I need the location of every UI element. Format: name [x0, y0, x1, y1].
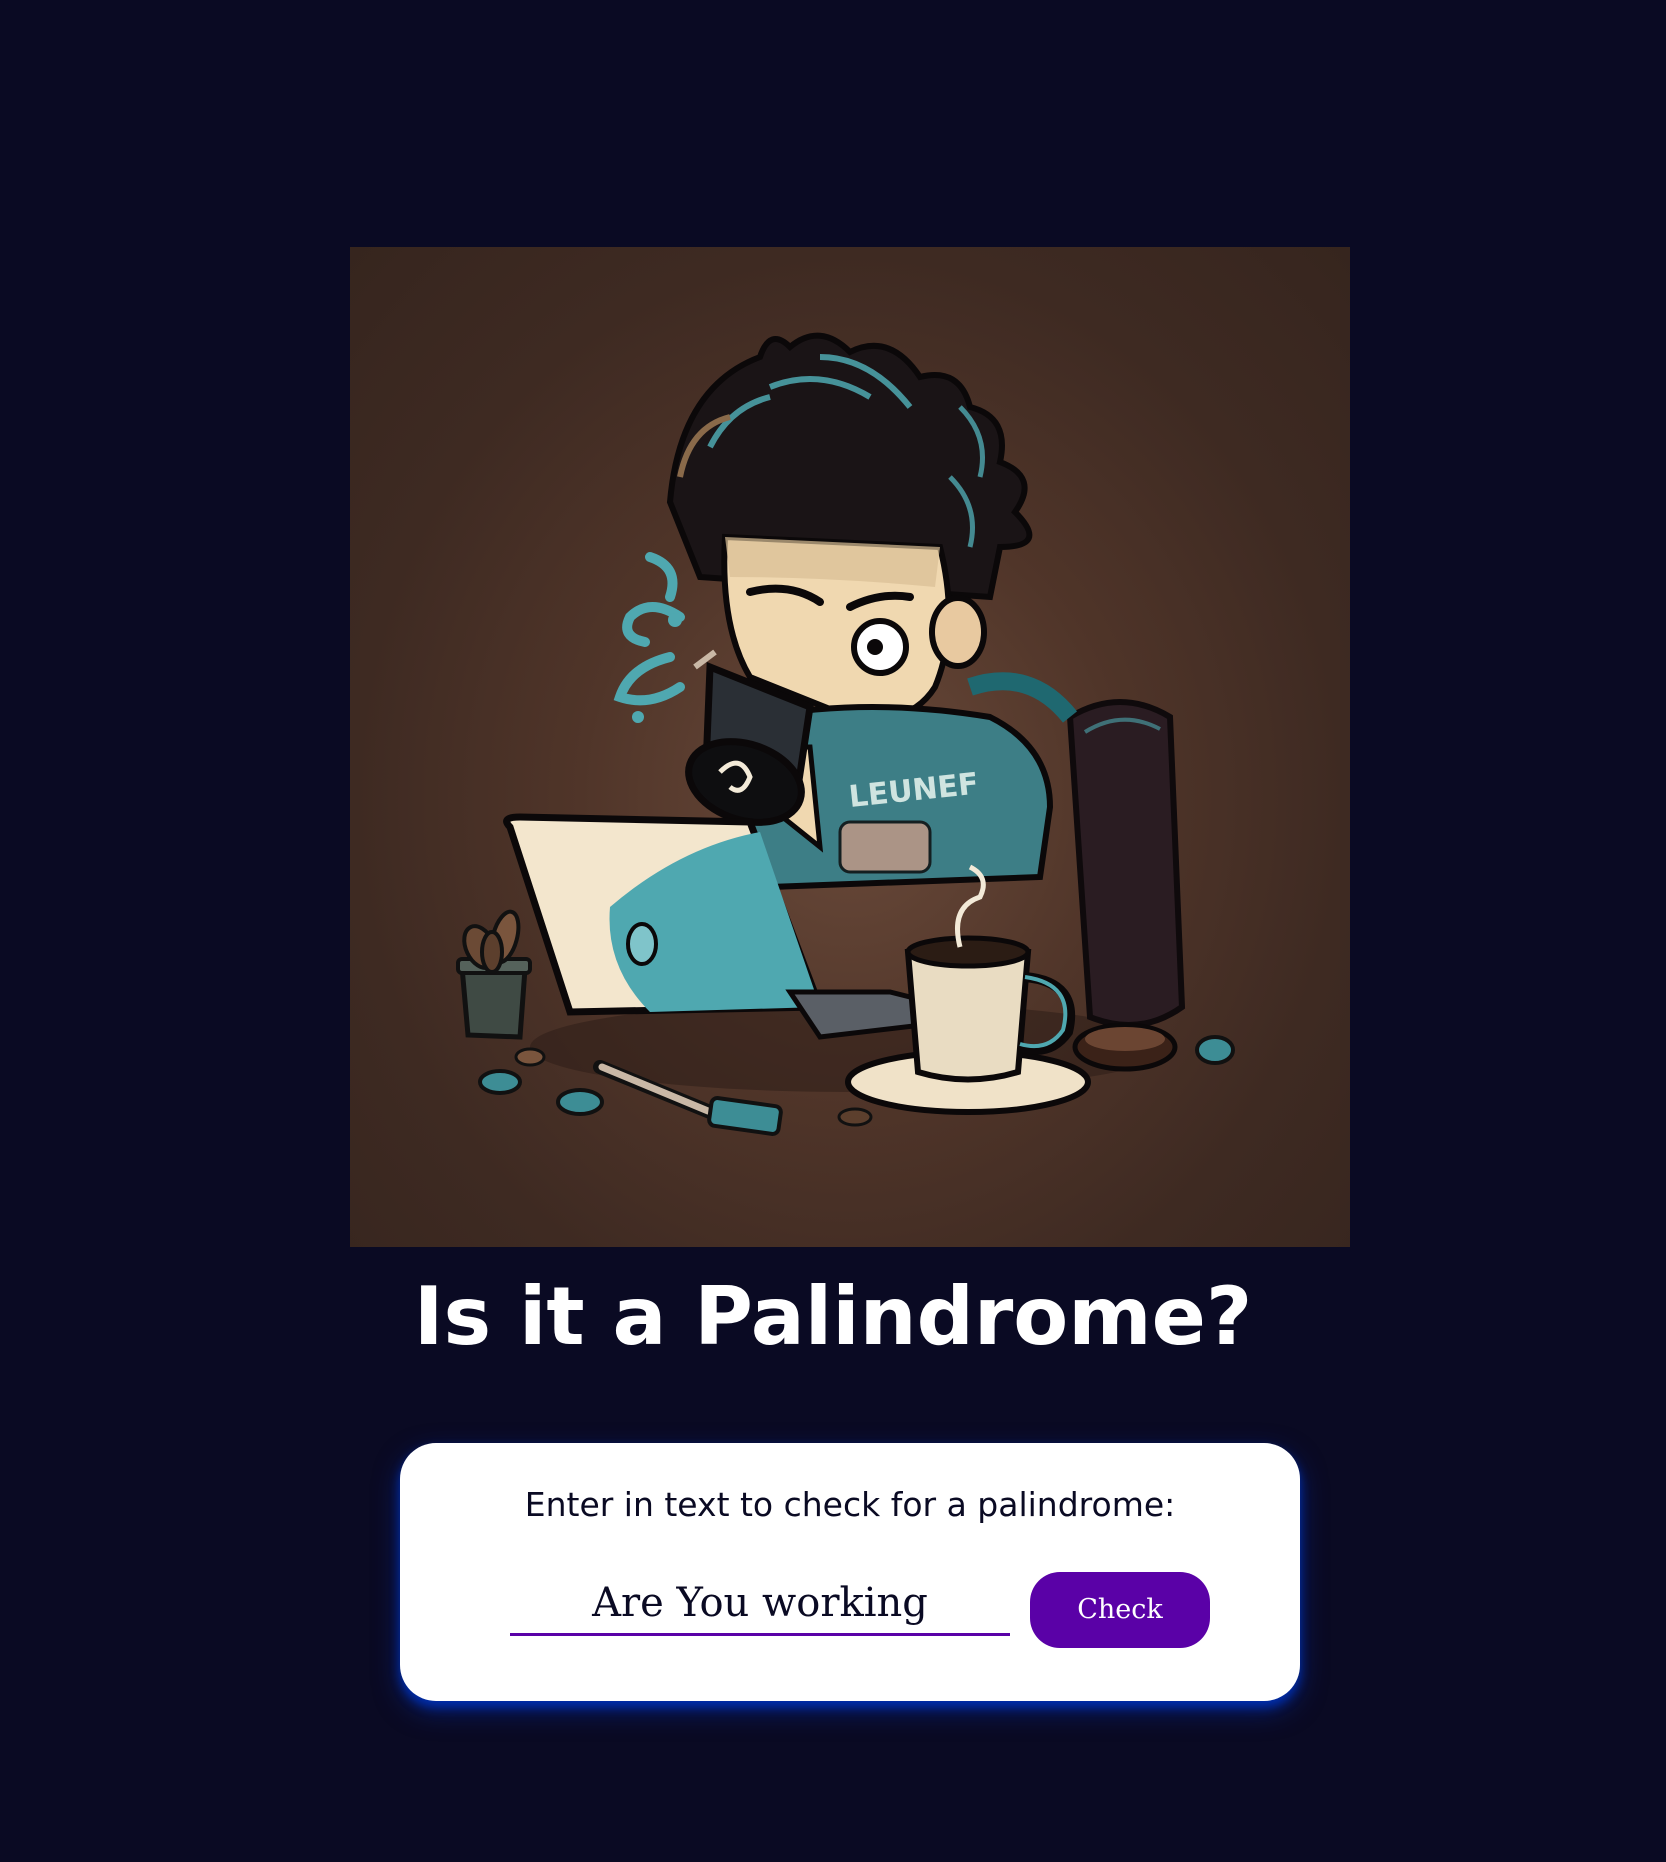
palindrome-form-card: Enter in text to check for a palindrome:… — [400, 1443, 1300, 1701]
text-input[interactable] — [510, 1576, 1010, 1636]
hero-illustration: LEUNEF — [350, 247, 1350, 1247]
input-label: Enter in text to check for a palindrome: — [524, 1485, 1176, 1524]
page-title: Is it a Palindrome? — [413, 1270, 1253, 1363]
check-button[interactable]: Check — [1030, 1572, 1210, 1648]
